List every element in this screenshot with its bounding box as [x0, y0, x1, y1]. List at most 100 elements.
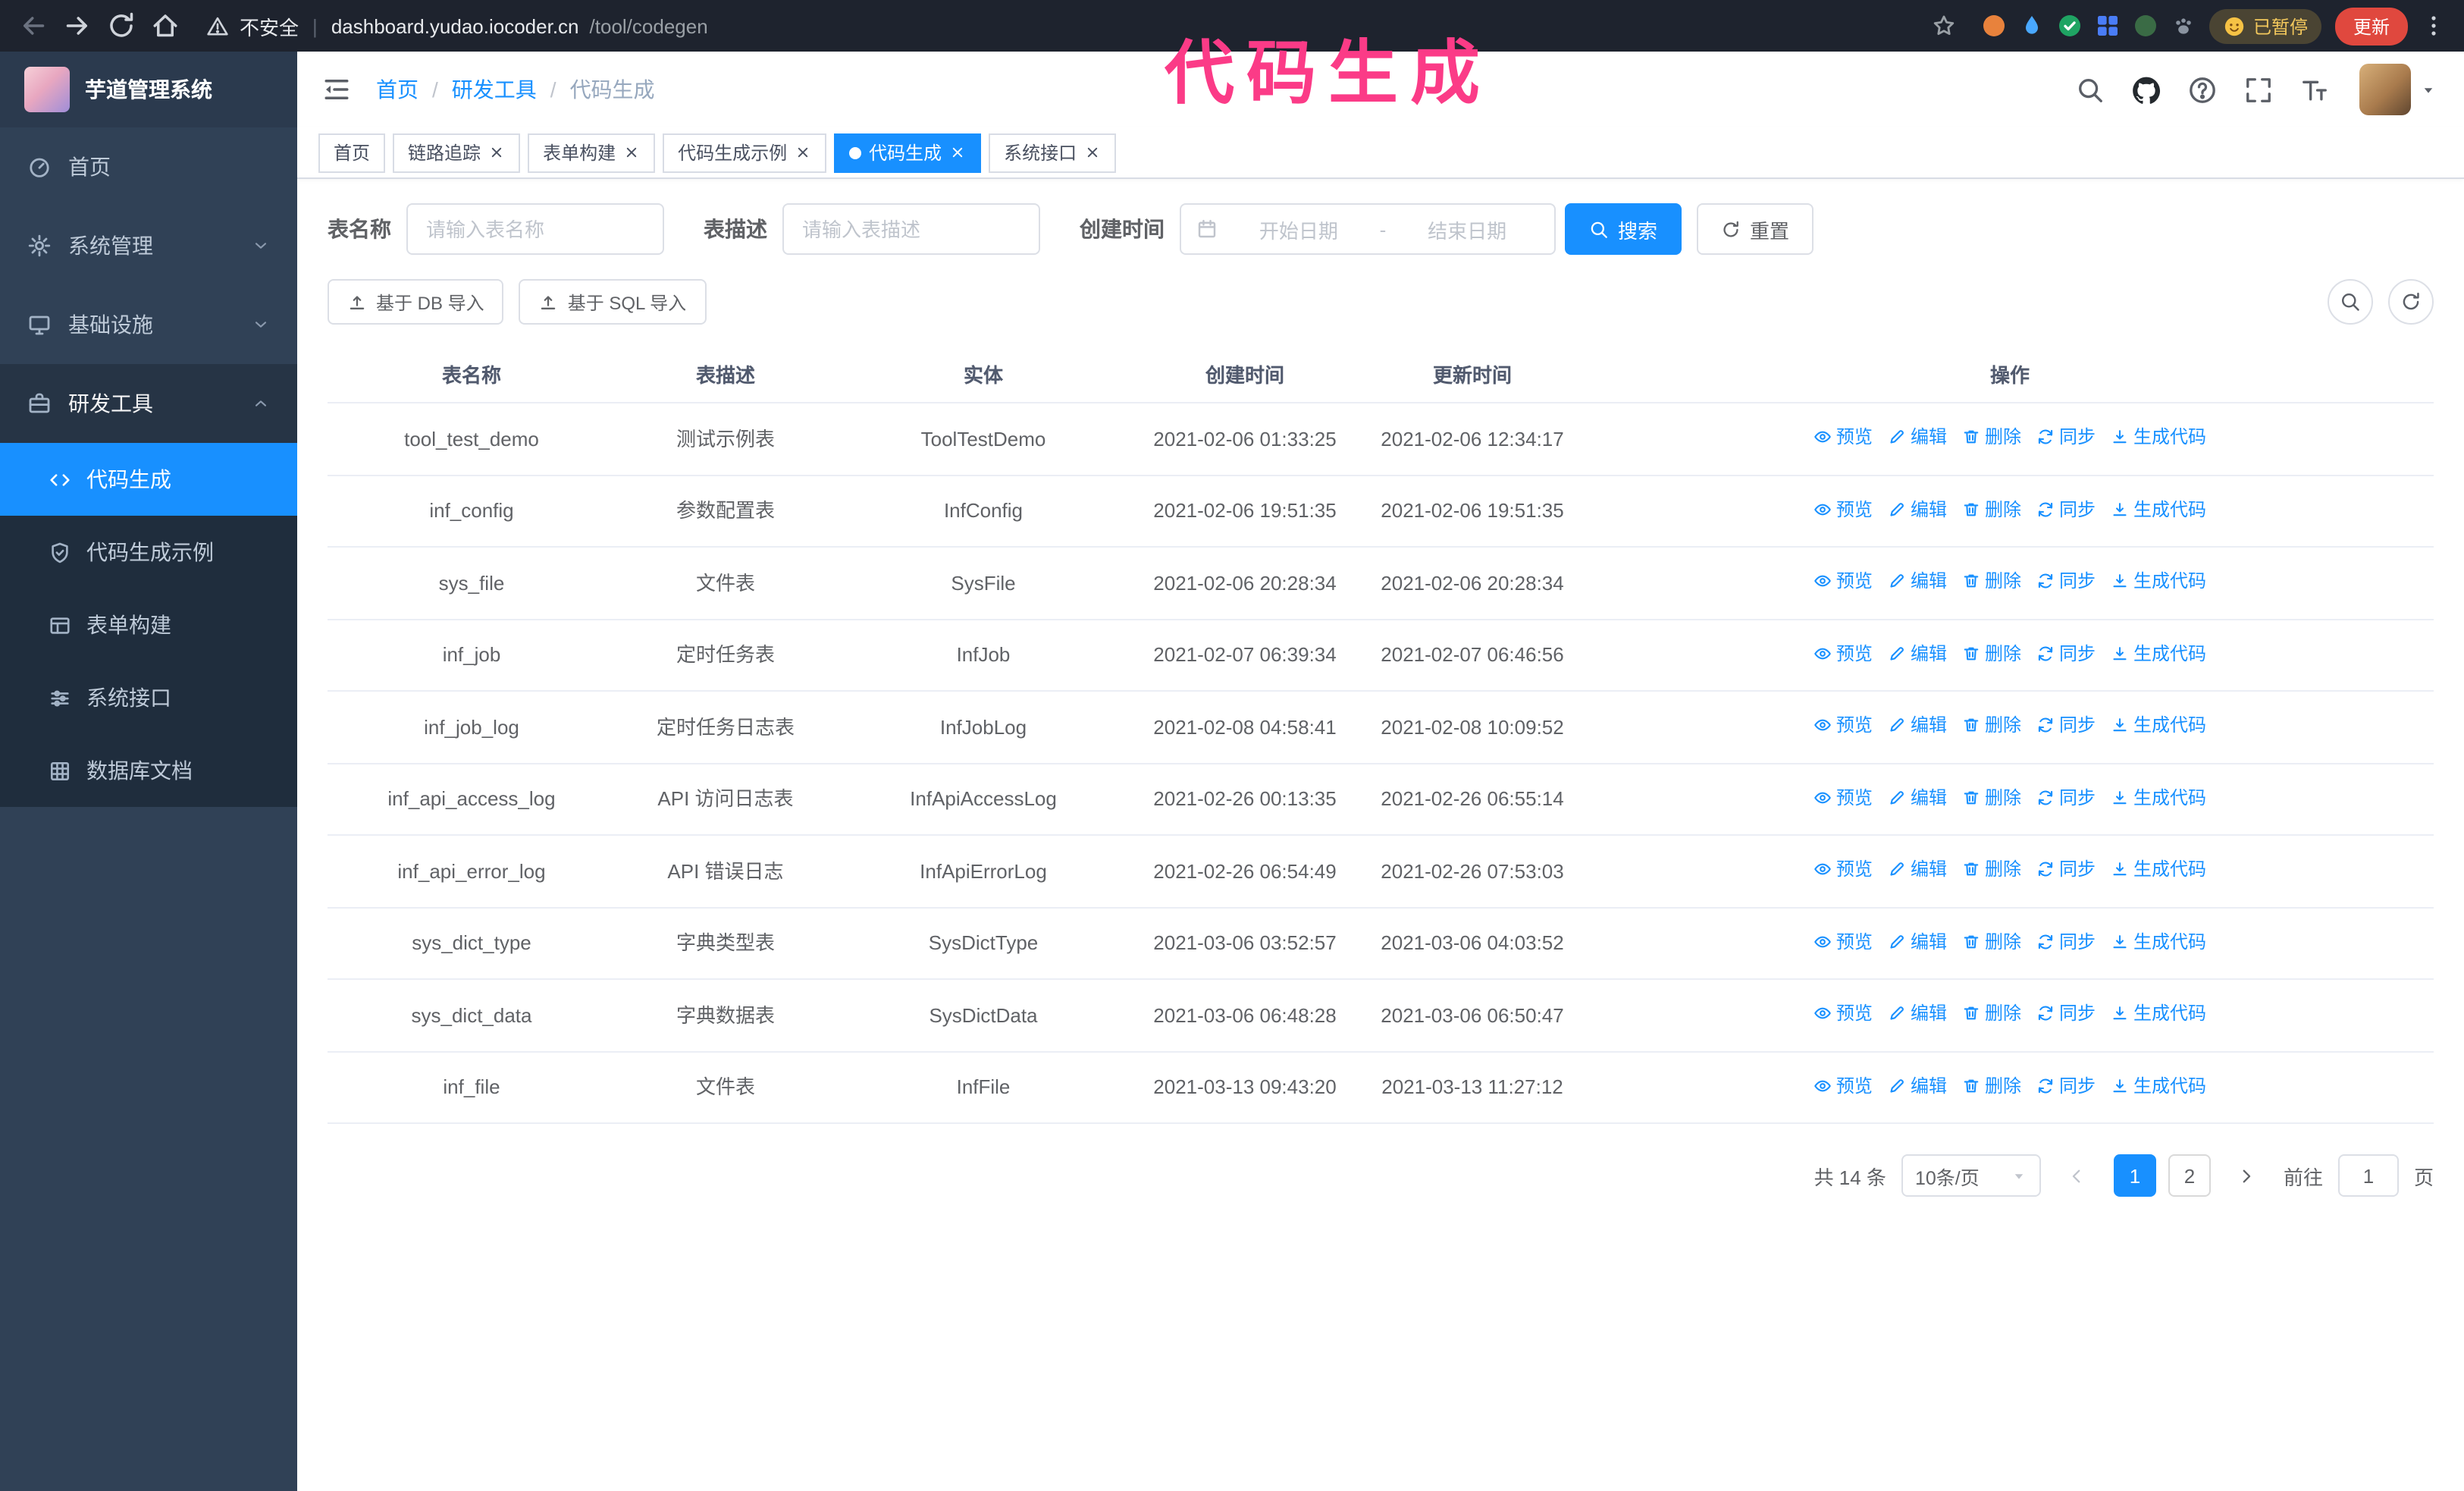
generate-link[interactable]: 生成代码	[2111, 567, 2206, 595]
tab-表单构建[interactable]: 表单构建	[528, 133, 656, 172]
edit-link[interactable]: 编辑	[1888, 783, 1947, 811]
update-button[interactable]: 更新	[2334, 7, 2408, 45]
generate-link[interactable]: 生成代码	[2111, 928, 2206, 955]
sidebar-subitem-form-builder[interactable]: 表单构建	[0, 589, 297, 661]
tab-链路追踪[interactable]: 链路追踪	[393, 133, 521, 172]
preview-link[interactable]: 预览	[1814, 711, 1873, 739]
sync-link[interactable]: 同步	[2036, 855, 2096, 883]
app-logo[interactable]: 芋道管理系统	[0, 52, 297, 127]
sync-link[interactable]: 同步	[2036, 639, 2096, 667]
tab-代码生成[interactable]: 代码生成	[834, 133, 982, 172]
sync-link[interactable]: 同步	[2036, 495, 2096, 523]
github-icon[interactable]	[2132, 75, 2161, 104]
table-desc-input[interactable]	[782, 203, 1040, 255]
extension-icon-4[interactable]	[2096, 14, 2120, 38]
delete-link[interactable]: 删除	[1962, 855, 2021, 883]
sidebar-subitem-codegen-example[interactable]: 代码生成示例	[0, 516, 297, 589]
generate-link[interactable]: 生成代码	[2111, 855, 2206, 883]
extension-icon-1[interactable]	[1982, 14, 2006, 38]
sync-link[interactable]: 同步	[2036, 423, 2096, 450]
preview-link[interactable]: 预览	[1814, 928, 1873, 955]
sidebar-item-home[interactable]: 首页	[0, 127, 297, 206]
extension-icon-2[interactable]	[2020, 14, 2044, 38]
home-icon[interactable]	[150, 11, 180, 41]
delete-link[interactable]: 删除	[1962, 928, 2021, 955]
search-button[interactable]: 搜索	[1565, 203, 1682, 255]
sidebar-item-infra[interactable]: 基础设施	[0, 285, 297, 364]
edit-link[interactable]: 编辑	[1888, 928, 1947, 955]
import-db-button[interactable]: 基于 DB 导入	[328, 279, 504, 325]
delete-link[interactable]: 删除	[1962, 423, 2021, 450]
sidebar-toggle-icon[interactable]	[321, 74, 352, 105]
preview-link[interactable]: 预览	[1814, 855, 1873, 883]
tab-系统接口[interactable]: 系统接口	[989, 133, 1117, 172]
sidebar-subitem-codegen[interactable]: 代码生成	[0, 443, 297, 516]
tab-代码生成示例[interactable]: 代码生成示例	[663, 133, 827, 172]
prev-page-button[interactable]	[2056, 1154, 2099, 1197]
url-bar[interactable]: 不安全 | dashboard.yudao.iocoder.cn/tool/co…	[194, 11, 1968, 40]
sync-link[interactable]: 同步	[2036, 928, 2096, 955]
preview-link[interactable]: 预览	[1814, 423, 1873, 450]
kebab-menu-icon[interactable]	[2422, 14, 2446, 38]
edit-link[interactable]: 编辑	[1888, 639, 1947, 667]
paused-badge[interactable]: 已暂停	[2209, 8, 2321, 43]
page-button-2[interactable]: 2	[2168, 1154, 2211, 1197]
sidebar-subitem-db-doc[interactable]: 数据库文档	[0, 734, 297, 807]
sync-link[interactable]: 同步	[2036, 783, 2096, 811]
generate-link[interactable]: 生成代码	[2111, 495, 2206, 523]
user-menu[interactable]	[2359, 64, 2437, 115]
forward-icon[interactable]	[62, 11, 92, 41]
preview-link[interactable]: 预览	[1814, 495, 1873, 523]
sync-link[interactable]: 同步	[2036, 1000, 2096, 1027]
preview-link[interactable]: 预览	[1814, 1000, 1873, 1027]
delete-link[interactable]: 删除	[1962, 567, 2021, 595]
question-icon[interactable]	[2188, 75, 2217, 104]
delete-link[interactable]: 删除	[1962, 1072, 2021, 1099]
page-button-1[interactable]: 1	[2113, 1154, 2156, 1197]
refresh-icon[interactable]	[106, 11, 136, 41]
goto-page-input[interactable]	[2337, 1154, 2399, 1197]
sync-link[interactable]: 同步	[2036, 567, 2096, 595]
search-icon[interactable]	[2076, 75, 2105, 104]
sync-link[interactable]: 同步	[2036, 711, 2096, 739]
reset-button[interactable]: 重置	[1697, 203, 1814, 255]
tab-首页[interactable]: 首页	[318, 133, 386, 172]
toggle-search-button[interactable]	[2328, 279, 2373, 325]
breadcrumb-item[interactable]: 首页	[376, 74, 419, 105]
refresh-table-button[interactable]	[2388, 279, 2434, 325]
generate-link[interactable]: 生成代码	[2111, 1000, 2206, 1027]
import-sql-button[interactable]: 基于 SQL 导入	[519, 279, 707, 325]
generate-link[interactable]: 生成代码	[2111, 639, 2206, 667]
generate-link[interactable]: 生成代码	[2111, 783, 2206, 811]
edit-link[interactable]: 编辑	[1888, 495, 1947, 523]
generate-link[interactable]: 生成代码	[2111, 423, 2206, 450]
delete-link[interactable]: 删除	[1962, 639, 2021, 667]
table-name-input[interactable]	[406, 203, 664, 255]
generate-link[interactable]: 生成代码	[2111, 711, 2206, 739]
sidebar-item-devtools[interactable]: 研发工具	[0, 364, 297, 443]
preview-link[interactable]: 预览	[1814, 1072, 1873, 1099]
sidebar-subitem-api[interactable]: 系统接口	[0, 661, 297, 734]
edit-link[interactable]: 编辑	[1888, 1072, 1947, 1099]
delete-link[interactable]: 删除	[1962, 783, 2021, 811]
sync-link[interactable]: 同步	[2036, 1072, 2096, 1099]
page-size-select[interactable]: 10条/页	[1901, 1154, 2041, 1197]
delete-link[interactable]: 删除	[1962, 495, 2021, 523]
font-size-icon[interactable]	[2300, 75, 2329, 104]
edit-link[interactable]: 编辑	[1888, 423, 1947, 450]
preview-link[interactable]: 预览	[1814, 639, 1873, 667]
bookmark-star-icon[interactable]	[1932, 14, 1956, 38]
create-time-range-picker[interactable]: 开始日期 - 结束日期	[1180, 203, 1556, 255]
extension-icon-5[interactable]	[2133, 14, 2158, 38]
generate-link[interactable]: 生成代码	[2111, 1072, 2206, 1099]
delete-link[interactable]: 删除	[1962, 711, 2021, 739]
delete-link[interactable]: 删除	[1962, 1000, 2021, 1027]
edit-link[interactable]: 编辑	[1888, 711, 1947, 739]
next-page-button[interactable]	[2226, 1154, 2268, 1197]
sidebar-item-system[interactable]: 系统管理	[0, 206, 297, 285]
preview-link[interactable]: 预览	[1814, 567, 1873, 595]
fullscreen-icon[interactable]	[2244, 75, 2273, 104]
breadcrumb-item[interactable]: 研发工具	[452, 74, 537, 105]
extension-icon-3[interactable]	[2058, 14, 2082, 38]
edit-link[interactable]: 编辑	[1888, 1000, 1947, 1027]
